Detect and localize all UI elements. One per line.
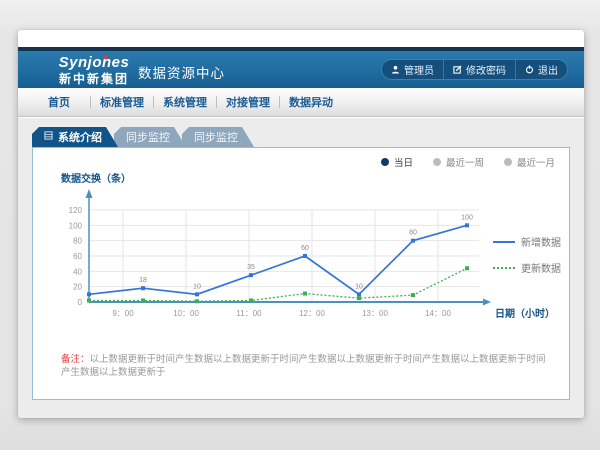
x-tick-label: 13：00 bbox=[362, 309, 388, 318]
y-tick-label: 60 bbox=[73, 252, 82, 261]
range-option[interactable]: 当日 bbox=[381, 155, 413, 169]
radio-dot bbox=[504, 158, 512, 166]
data-point bbox=[87, 298, 91, 302]
legend-label: 新增数据 bbox=[521, 234, 561, 249]
data-point-label: 60 bbox=[301, 245, 309, 252]
legend-item: 更新数据 bbox=[493, 260, 561, 275]
legend-label: 更新数据 bbox=[521, 260, 561, 275]
series-line-更新数据 bbox=[89, 268, 467, 301]
legend-line-sample bbox=[493, 241, 515, 243]
y-tick-label: 120 bbox=[69, 206, 83, 215]
x-tick-label: 12：00 bbox=[299, 309, 325, 318]
desktop-background: Synjones 新中新集团 数据资源中心 管理员修改密码退出 首页标准管理系统… bbox=[0, 0, 600, 450]
user-menu-item[interactable]: 管理员 bbox=[382, 60, 443, 79]
main-nav: 首页标准管理系统管理对接管理数据异动 bbox=[18, 88, 584, 117]
data-point bbox=[303, 292, 307, 296]
radio-dot bbox=[433, 158, 441, 166]
user-icon bbox=[391, 65, 400, 74]
user-menu: 管理员 修改密码 退出 bbox=[381, 59, 568, 80]
edit-icon bbox=[453, 65, 462, 74]
range-option-label: 最近一月 bbox=[517, 155, 555, 169]
page-title: 数据资源中心 bbox=[138, 62, 225, 82]
data-point-label: 80 bbox=[409, 230, 417, 237]
data-point bbox=[195, 292, 199, 296]
x-axis-arrow bbox=[483, 299, 491, 306]
data-point-label: 100 bbox=[461, 214, 473, 221]
y-axis-arrow bbox=[86, 189, 93, 198]
tab-active[interactable]: 系统介绍 bbox=[32, 127, 118, 147]
data-point bbox=[411, 293, 415, 297]
x-tick-label: 9：00 bbox=[112, 309, 134, 318]
data-point-label: 35 bbox=[247, 264, 255, 271]
time-range-options: 当日 最近一周 最近一月 bbox=[381, 155, 555, 169]
nav-item[interactable]: 系统管理 bbox=[154, 94, 216, 110]
data-point bbox=[465, 266, 469, 270]
user-menu-item[interactable]: 修改密码 bbox=[443, 60, 515, 79]
x-tick-label: 14：00 bbox=[425, 309, 451, 318]
document-icon bbox=[44, 131, 53, 143]
data-point bbox=[357, 292, 361, 296]
tab-bar: 系统介绍 同步监控 同步监控 bbox=[32, 127, 254, 147]
logo-company-text: 新中新集团 bbox=[46, 72, 142, 86]
logo-red-dot bbox=[104, 55, 108, 59]
line-chart: 数据交换（条） 0 20 40 60 80 100 120 9：00 10：00 11：00 12：0… bbox=[33, 162, 569, 348]
logo-brand-text: Synjones bbox=[59, 55, 130, 71]
data-point bbox=[141, 286, 145, 290]
series-line-新增数据 bbox=[89, 225, 467, 294]
y-tick-label: 100 bbox=[69, 221, 83, 230]
note-prefix: 备注： bbox=[61, 354, 90, 365]
x-axis-title: 日期（小时） bbox=[495, 307, 555, 320]
data-point bbox=[249, 273, 253, 277]
note-text: 以上数据更新于时间产生数据以上数据更新于时间产生数据以上数据更新于时间产生数据以… bbox=[61, 354, 546, 378]
user-menu-label: 管理员 bbox=[404, 62, 434, 77]
x-tick-label: 10：00 bbox=[173, 309, 199, 318]
data-point bbox=[249, 298, 253, 302]
data-point bbox=[195, 299, 199, 303]
user-menu-label: 退出 bbox=[538, 62, 558, 77]
nav-item[interactable]: 标准管理 bbox=[91, 94, 153, 110]
data-point-label: 10 bbox=[193, 283, 201, 290]
data-point bbox=[87, 292, 91, 296]
app-header: Synjones 新中新集团 数据资源中心 管理员 修改密码 退出 bbox=[18, 51, 584, 88]
tab-label: 同步监控 bbox=[126, 129, 170, 145]
range-option[interactable]: 最近一月 bbox=[504, 155, 555, 169]
tab-inactive[interactable]: 同步监控 bbox=[114, 127, 186, 147]
range-option[interactable]: 最近一周 bbox=[433, 155, 484, 169]
power-icon bbox=[525, 65, 534, 74]
legend-line-sample bbox=[493, 267, 515, 269]
tab-label: 同步监控 bbox=[194, 129, 238, 145]
company-logo: Synjones 新中新集团 bbox=[46, 54, 142, 86]
nav-item[interactable]: 对接管理 bbox=[217, 94, 279, 110]
user-menu-label: 修改密码 bbox=[466, 62, 506, 77]
data-point bbox=[411, 239, 415, 243]
y-axis-title: 数据交换（条） bbox=[61, 172, 131, 185]
x-tick-label: 11：00 bbox=[236, 309, 262, 318]
tab-inactive[interactable]: 同步监控 bbox=[182, 127, 254, 147]
radio-dot bbox=[381, 158, 389, 166]
chart-legend: 新增数据更新数据 bbox=[493, 234, 561, 275]
chart-panel: 当日 最近一周 最近一月 数据交换（条） 0 20 40 60 80 100 120 9：00 10：… bbox=[32, 147, 570, 400]
range-option-label: 当日 bbox=[394, 155, 413, 169]
data-point-label: 18 bbox=[139, 277, 147, 284]
footer-note: 备注：以上数据更新于时间产生数据以上数据更新于时间产生数据以上数据更新于时间产生… bbox=[61, 353, 553, 379]
tab-label: 系统介绍 bbox=[58, 129, 102, 145]
data-point bbox=[303, 254, 307, 258]
y-tick-label: 0 bbox=[78, 298, 83, 307]
data-point bbox=[357, 296, 361, 300]
legend-item: 新增数据 bbox=[493, 234, 561, 249]
y-tick-label: 80 bbox=[73, 237, 82, 246]
nav-item[interactable]: 数据异动 bbox=[280, 94, 342, 110]
data-point bbox=[465, 223, 469, 227]
nav-item[interactable]: 首页 bbox=[28, 94, 90, 110]
y-tick-label: 20 bbox=[73, 283, 82, 292]
user-menu-item[interactable]: 退出 bbox=[515, 60, 567, 79]
content-area: 系统介绍 同步监控 同步监控 当日 最近一周 最近一月 数据交换（条） 0 20 40 60 80… bbox=[18, 118, 584, 418]
y-tick-label: 40 bbox=[73, 267, 82, 276]
data-point bbox=[141, 298, 145, 302]
app-window: Synjones 新中新集团 数据资源中心 管理员修改密码退出 首页标准管理系统… bbox=[18, 30, 584, 418]
range-option-label: 最近一周 bbox=[446, 155, 484, 169]
data-point-label: 10 bbox=[355, 283, 363, 290]
